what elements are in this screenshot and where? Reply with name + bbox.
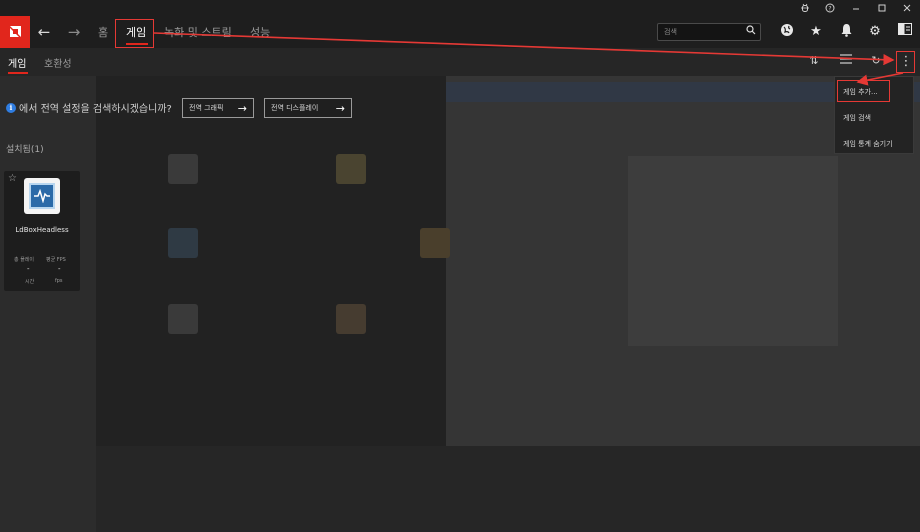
avg-fps-label: 평균 FPS bbox=[46, 257, 66, 263]
background-panel bbox=[628, 156, 838, 346]
background-panel bbox=[96, 76, 446, 446]
background-panel bbox=[96, 446, 920, 532]
search-box[interactable] bbox=[657, 23, 761, 41]
total-play-unit: 시간 bbox=[25, 279, 35, 285]
background-tile bbox=[336, 304, 366, 334]
refresh-icon[interactable]: ↻ bbox=[868, 53, 884, 69]
settings-gear-icon[interactable]: ⚙ bbox=[866, 23, 884, 41]
help-icon[interactable]: ? bbox=[818, 0, 842, 16]
top-navigation: ← → 홈 게임 녹화 및 스트림 성능 ★ ⚙ bbox=[0, 16, 920, 48]
global-graphics-button[interactable]: 전역 그래픽 → bbox=[182, 98, 254, 118]
global-graphics-label: 전역 그래픽 bbox=[189, 104, 224, 112]
svg-text:?: ? bbox=[828, 6, 831, 13]
total-play-label: 총 플레이 bbox=[14, 257, 34, 263]
tab-compatibility[interactable]: 호환성 bbox=[44, 55, 72, 70]
sidebar-panel-icon[interactable] bbox=[896, 23, 914, 41]
prompt-text: 에서 전역 설정을 검색하시겠습니까? bbox=[19, 104, 172, 115]
arrow-right-icon: → bbox=[335, 101, 345, 115]
title-bar: ? bbox=[0, 0, 920, 16]
tab-games[interactable]: 게임 bbox=[8, 55, 26, 70]
menu-item-add-game[interactable]: 게임 추가... bbox=[835, 79, 913, 105]
total-play-value: - bbox=[27, 265, 30, 273]
tab-active-indicator bbox=[8, 72, 28, 74]
star-icon[interactable]: ★ bbox=[807, 23, 825, 41]
info-icon: i bbox=[6, 102, 16, 113]
close-icon[interactable] bbox=[895, 0, 919, 16]
nav-home[interactable]: 홈 bbox=[98, 24, 108, 40]
forward-arrow-icon[interactable]: → bbox=[65, 23, 83, 41]
back-arrow-icon[interactable]: ← bbox=[35, 23, 53, 41]
background-tile bbox=[168, 228, 198, 258]
sort-icon[interactable]: ⇅ bbox=[806, 53, 822, 69]
background-tile bbox=[168, 304, 198, 334]
more-options-menu: 게임 추가... 게임 검색 게임 통계 숨기기 bbox=[834, 76, 914, 154]
nav-active-indicator bbox=[126, 43, 148, 45]
global-display-button[interactable]: 전역 디스플레이 → bbox=[264, 98, 352, 118]
amd-logo-icon[interactable] bbox=[0, 16, 30, 48]
game-icon bbox=[24, 178, 60, 214]
menu-item-hide-stats[interactable]: 게임 통계 숨기기 bbox=[835, 131, 913, 157]
global-settings-prompt: i 에서 전역 설정을 검색하시겠습니까? bbox=[6, 100, 172, 115]
games-content: i 에서 전역 설정을 검색하시겠습니까? 전역 그래픽 → 전역 디스플레이 … bbox=[0, 76, 920, 532]
favorite-star-icon[interactable]: ☆ bbox=[8, 173, 17, 184]
search-icon[interactable] bbox=[746, 25, 756, 38]
avg-fps-value: - bbox=[58, 265, 61, 273]
installed-section-label: 설치됨(1) bbox=[6, 145, 44, 155]
background-tile bbox=[336, 154, 366, 184]
sub-navigation: 게임 호환성 ⇅ ↻ bbox=[0, 48, 920, 76]
nav-games[interactable]: 게임 bbox=[126, 24, 146, 40]
nav-performance[interactable]: 성능 bbox=[250, 24, 270, 40]
game-card[interactable]: LdBoxHeadless 총 플레이 평균 FPS - - 시간 fps bbox=[4, 171, 80, 291]
minimize-icon[interactable] bbox=[844, 0, 868, 16]
menu-item-scan-games[interactable]: 게임 검색 bbox=[835, 105, 913, 131]
background-tile bbox=[420, 228, 450, 258]
bug-report-icon[interactable] bbox=[793, 0, 817, 16]
globe-icon[interactable] bbox=[778, 23, 796, 41]
more-options-icon[interactable]: ⋮ bbox=[898, 52, 914, 72]
background-tile bbox=[168, 154, 198, 184]
arrow-right-icon: → bbox=[237, 101, 247, 115]
game-name: LdBoxHeadless bbox=[15, 226, 69, 234]
search-input[interactable] bbox=[664, 25, 742, 39]
avg-fps-unit: fps bbox=[55, 278, 63, 284]
list-view-icon[interactable] bbox=[838, 53, 854, 69]
global-display-label: 전역 디스플레이 bbox=[271, 104, 319, 112]
nav-record-stream[interactable]: 녹화 및 스트림 bbox=[164, 24, 232, 40]
maximize-icon[interactable] bbox=[870, 0, 894, 16]
notification-bell-icon[interactable] bbox=[837, 23, 855, 41]
